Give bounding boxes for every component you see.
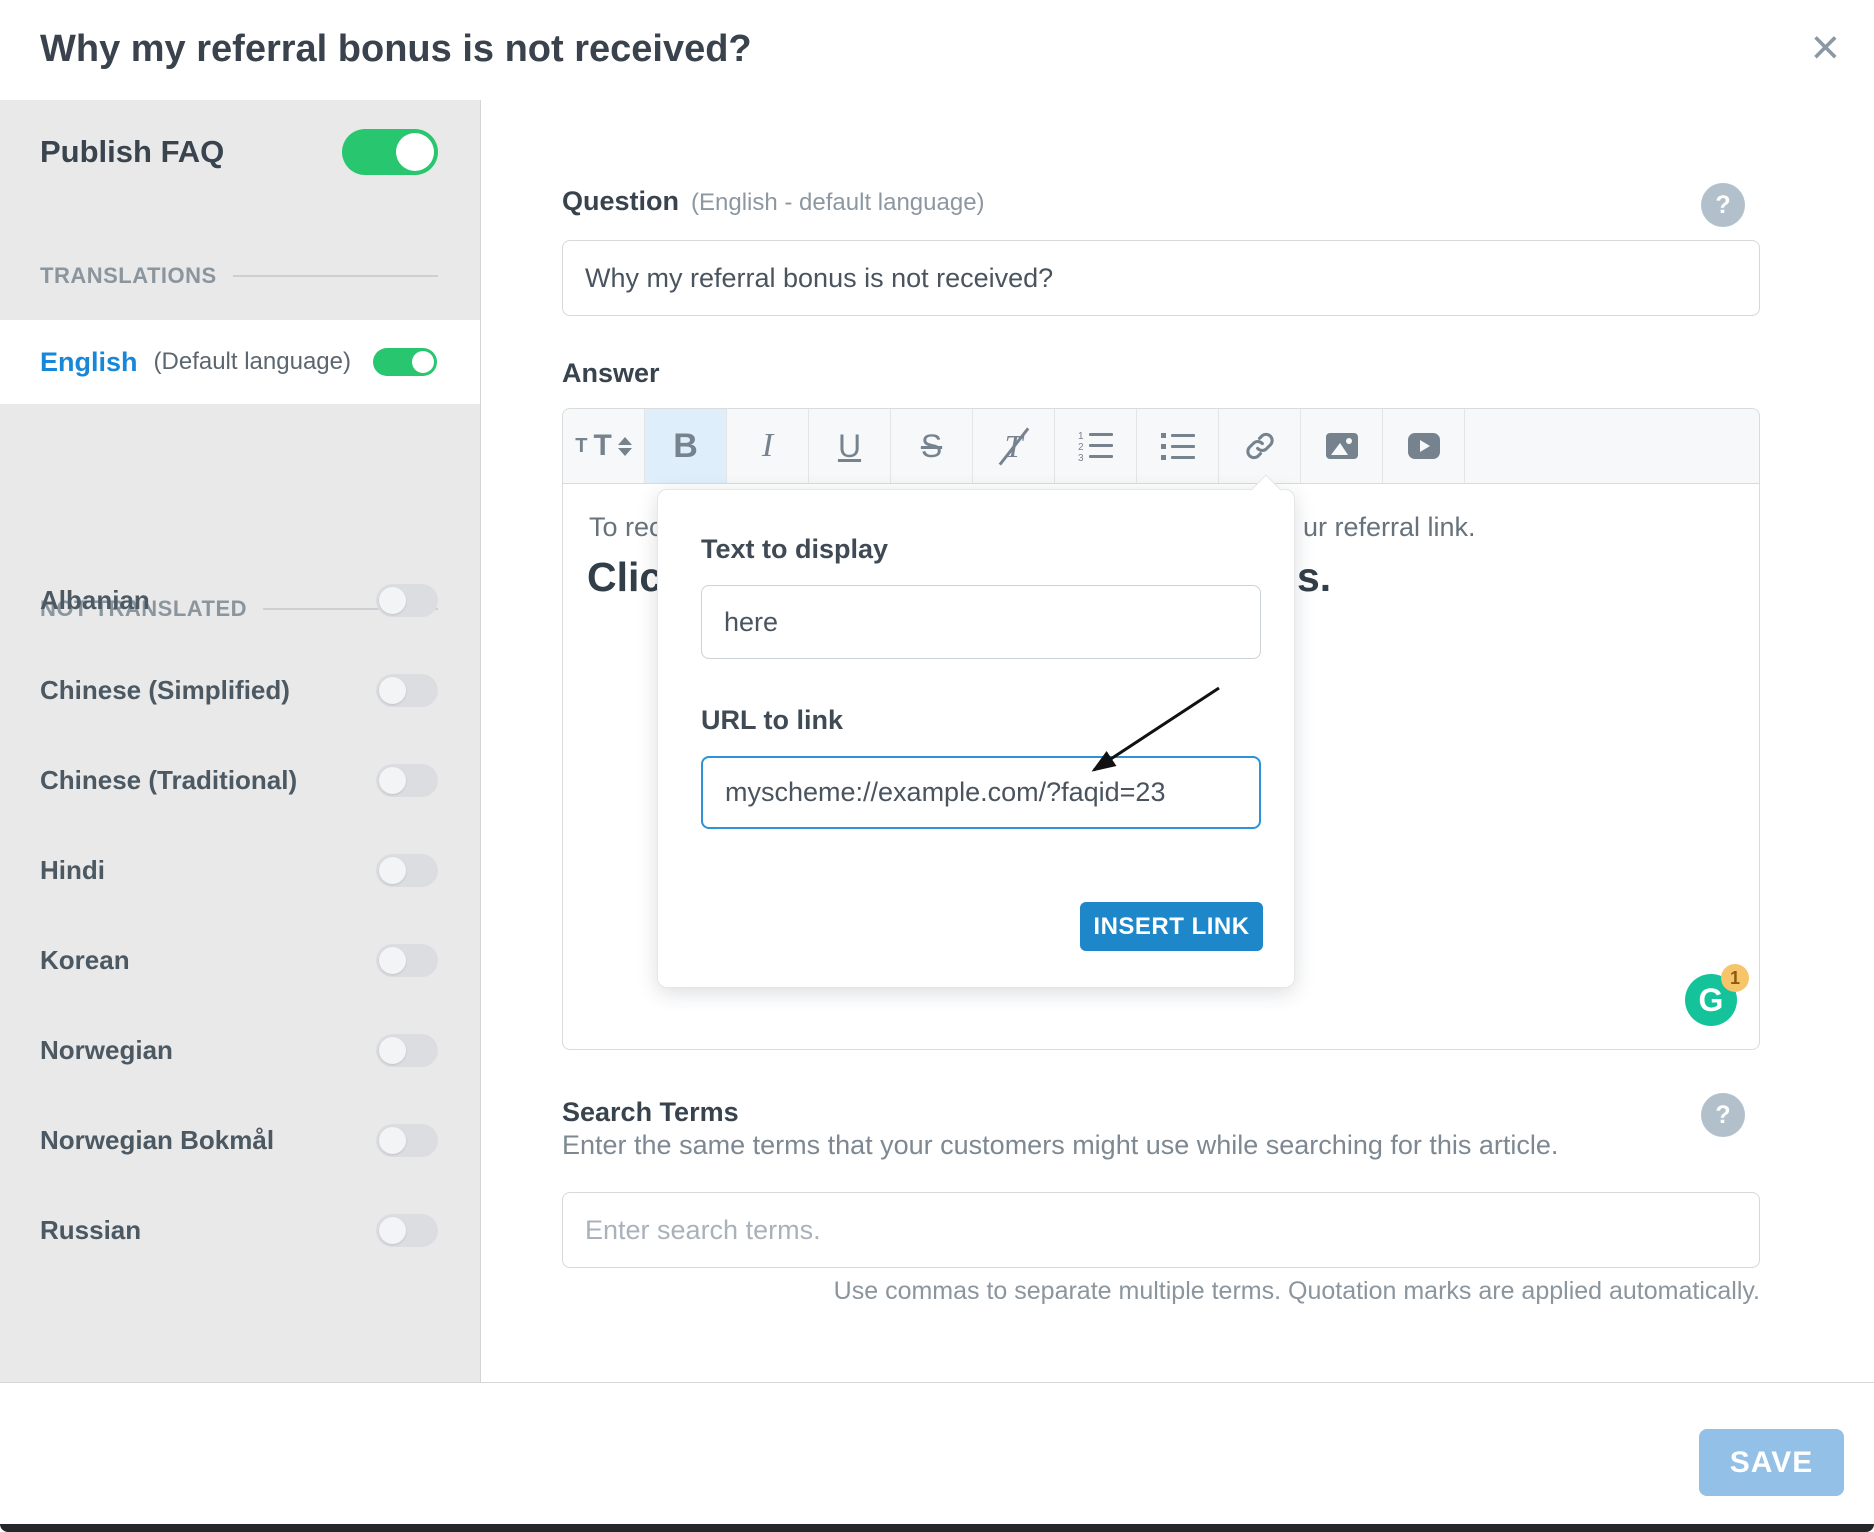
svg-text:1: 1: [1078, 431, 1084, 442]
toggle-knob: [396, 133, 434, 171]
url-to-link-input[interactable]: [701, 756, 1261, 829]
language-toggle[interactable]: [373, 348, 437, 376]
toggle-knob: [379, 1127, 406, 1154]
ordered-list-icon[interactable]: 1 2 3: [1055, 409, 1137, 483]
bold-icon[interactable]: B: [645, 409, 727, 483]
toggle-knob: [379, 677, 406, 704]
svg-text:2: 2: [1078, 442, 1084, 453]
clear-formatting-icon[interactable]: T: [973, 409, 1055, 483]
translations-header-label: TRANSLATIONS: [40, 263, 217, 289]
search-terms-help-icon[interactable]: ?: [1701, 1093, 1745, 1137]
insert-link-popover: Text to display URL to link INSERT LINK: [657, 489, 1295, 988]
sidebar-item-russian[interactable]: Russian: [0, 1185, 480, 1275]
language-label: Hindi: [40, 855, 105, 886]
toggle-knob: [379, 857, 406, 884]
grammarly-badge: 1: [1721, 964, 1749, 992]
toggle-knob: [379, 947, 406, 974]
dialog-header: Why my referral bonus is not received? ×: [0, 0, 1874, 100]
question-help-icon[interactable]: ?: [1701, 183, 1745, 227]
translations-sidebar: Publish FAQ TRANSLATIONS English (Defaul…: [0, 100, 481, 1382]
search-terms-input[interactable]: [562, 1192, 1760, 1268]
answer-text-fragment: ur referral link.: [1303, 512, 1476, 543]
publish-faq-label: Publish FAQ: [40, 134, 224, 170]
toggle-knob: [379, 587, 406, 614]
toggle-knob: [412, 351, 434, 373]
sidebar-item-english[interactable]: English (Default language): [0, 320, 480, 404]
language-toggle[interactable]: [376, 674, 438, 707]
underline-icon[interactable]: U: [809, 409, 891, 483]
language-toggle[interactable]: [376, 944, 438, 977]
search-terms-hint: Use commas to separate multiple terms. Q…: [834, 1277, 1760, 1306]
editor-toolbar: TT B I U S T 1 2 3: [562, 408, 1760, 484]
toggle-knob: [379, 1217, 406, 1244]
text-to-display-input[interactable]: [701, 585, 1261, 659]
sidebar-item-chinese-traditional[interactable]: Chinese (Traditional): [0, 735, 480, 825]
language-list: Albanian Chinese (Simplified) Chinese (Tra…: [0, 555, 480, 1275]
link-icon[interactable]: [1219, 409, 1301, 483]
insert-link-button[interactable]: INSERT LINK: [1080, 902, 1263, 951]
grammarly-icon[interactable]: G 1: [1685, 974, 1737, 1026]
question-label: Question (English - default language): [562, 186, 985, 217]
image-icon[interactable]: [1301, 409, 1383, 483]
language-toggle[interactable]: [376, 764, 438, 797]
language-toggle[interactable]: [376, 1214, 438, 1247]
url-to-link-label: URL to link: [701, 705, 843, 736]
video-icon[interactable]: [1383, 409, 1465, 483]
faq-edit-dialog: Why my referral bonus is not received? ×…: [0, 0, 1874, 1532]
language-label: Chinese (Simplified): [40, 675, 290, 706]
answer-text-fragment: Clic: [587, 554, 662, 601]
text-to-display-label: Text to display: [701, 534, 888, 565]
dialog-footer: SAVE: [0, 1382, 1874, 1524]
language-label: Norwegian Bokmål: [40, 1125, 274, 1156]
publish-faq-row: Publish FAQ: [40, 110, 438, 194]
strikethrough-icon[interactable]: S: [891, 409, 973, 483]
toggle-knob: [379, 767, 406, 794]
answer-text-fragment: To rec: [589, 512, 663, 543]
language-label: Chinese (Traditional): [40, 765, 297, 796]
font-size-icon[interactable]: TT: [563, 409, 645, 483]
search-terms-label: Search Terms: [562, 1097, 739, 1128]
language-label: Russian: [40, 1215, 141, 1246]
grammarly-letter: G: [1699, 982, 1724, 1018]
publish-faq-toggle[interactable]: [342, 129, 438, 175]
answer-text-fragment: s.: [1297, 554, 1331, 601]
language-toggle[interactable]: [376, 1034, 438, 1067]
question-label-text: Question: [562, 186, 679, 216]
language-toggle[interactable]: [376, 854, 438, 887]
divider: [233, 275, 438, 277]
search-terms-description: Enter the same terms that your customers…: [562, 1130, 1558, 1161]
save-button[interactable]: SAVE: [1699, 1429, 1844, 1496]
sidebar-item-korean[interactable]: Korean: [0, 915, 480, 1005]
close-icon[interactable]: ×: [1811, 22, 1840, 72]
question-input[interactable]: [562, 240, 1760, 316]
sidebar-item-norwegian[interactable]: Norwegian: [0, 1005, 480, 1095]
sidebar-item-hindi[interactable]: Hindi: [0, 825, 480, 915]
unordered-list-icon[interactable]: [1137, 409, 1219, 483]
language-label: Norwegian: [40, 1035, 173, 1066]
sidebar-item-chinese-simplified[interactable]: Chinese (Simplified): [0, 645, 480, 735]
window-bottom-edge: [0, 1524, 1874, 1532]
language-label: Korean: [40, 945, 130, 976]
answer-label: Answer: [562, 358, 660, 389]
language-toggle[interactable]: [376, 1124, 438, 1157]
default-language-note: (Default language): [154, 348, 373, 376]
language-label: Albanian: [40, 585, 150, 616]
sidebar-item-norwegian-bokm-l[interactable]: Norwegian Bokmål: [0, 1095, 480, 1185]
language-toggle[interactable]: [376, 584, 438, 617]
question-label-note: (English - default language): [691, 189, 985, 216]
sidebar-item-albanian[interactable]: Albanian: [0, 555, 480, 645]
toggle-knob: [379, 1037, 406, 1064]
language-label: English: [40, 347, 138, 378]
italic-icon[interactable]: I: [727, 409, 809, 483]
dialog-title: Why my referral bonus is not received?: [40, 28, 752, 71]
translations-section-header: TRANSLATIONS: [40, 263, 438, 289]
svg-text:3: 3: [1078, 453, 1084, 462]
